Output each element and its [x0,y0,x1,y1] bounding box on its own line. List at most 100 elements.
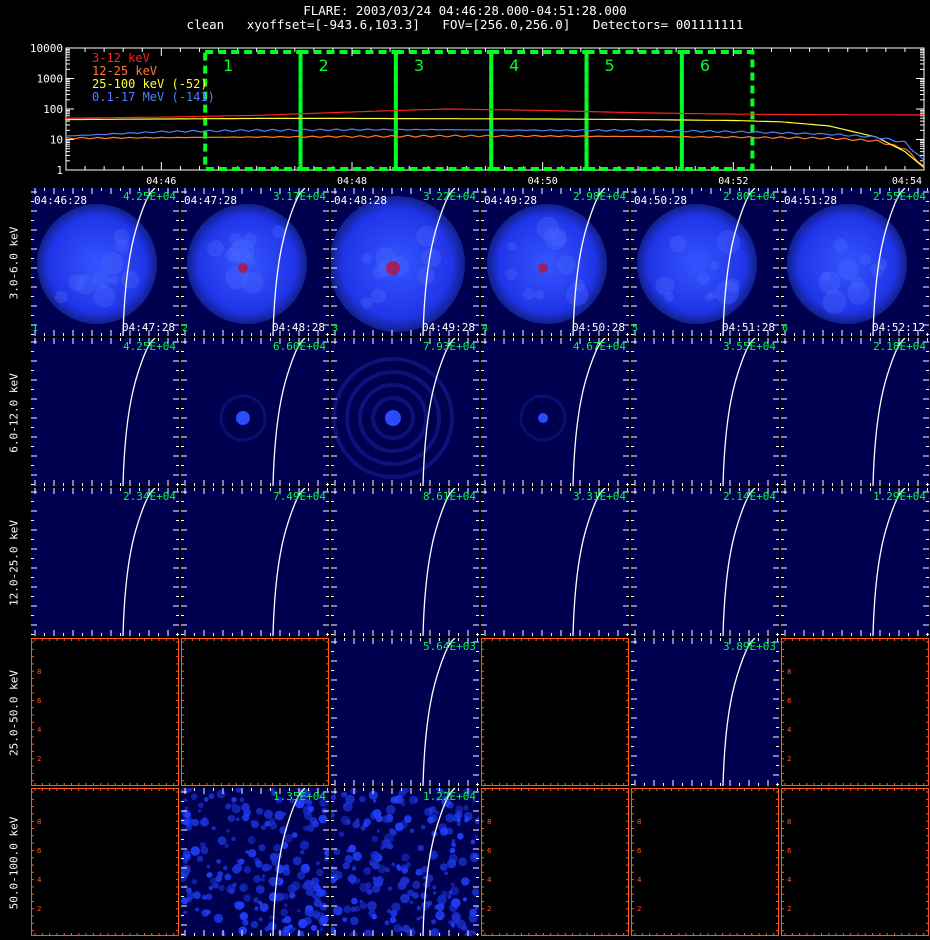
noise-blob [366,888,373,895]
noise-blob [256,807,264,815]
noise-blob [199,841,206,849]
image-panel: 4.25E+04 [31,338,179,486]
image-panel: 5.64E+03 [331,638,479,786]
noise-blob [472,931,476,935]
peak-value-label: 1.22E+04 [423,790,476,803]
noise-blob [342,917,348,923]
disk-mottle [557,255,577,275]
noise-blob [269,822,277,830]
svg-text:2: 2 [487,905,491,913]
empty-panel-bg [781,638,929,786]
panel-image [181,338,329,486]
noise-blob [193,891,201,900]
noise-blob [216,859,221,864]
peak-value-label: 6.60E+04 [273,340,326,353]
image-panel: 1.29E+04 [781,488,929,636]
panel-image [331,338,479,486]
image-panel: 6.60E+04 [181,338,329,486]
noise-blob [283,915,292,924]
end-time-label: 04:49:28 [422,321,475,334]
noise-blob [403,877,410,884]
noise-blob [394,822,404,832]
peak-value-label: 2.55E+04 [873,190,926,203]
noise-blob [284,903,288,907]
emission-disk [637,204,757,324]
noise-blob [275,864,285,874]
disk-mottle [54,290,68,304]
noise-blob [319,927,324,932]
noise-blob [234,901,244,911]
panel-image: 2 4 6 8 [781,788,929,936]
noise-blob [279,816,283,820]
noise-blob [390,909,398,917]
noise-blob [350,880,356,885]
noise-blob [439,863,448,871]
noise-blob [238,926,248,935]
noise-blob [271,859,279,867]
noise-blob [198,802,204,809]
panel-image [181,788,329,936]
noise-blob [450,882,456,887]
peak-value-label: 3.31E+04 [573,490,626,503]
noise-blob [190,793,198,800]
noise-blob [464,816,470,822]
panel-image [781,338,929,486]
peak-value-label: 4.25E+04 [123,190,176,203]
noise-blob [351,897,358,905]
panel-image: 2 4 6 8 [481,788,629,936]
image-panel: 2.18E+04 [781,338,929,486]
point-source [538,413,548,423]
peak-value-label: 1.29E+04 [873,490,926,503]
noise-blob [241,802,250,812]
image-panel: 2 4 6 8 [781,638,929,786]
disk-mottle [370,288,387,304]
image-panel: 4.67E+04 [481,338,629,486]
noise-blob [462,897,467,902]
noise-blob [375,879,379,884]
noise-blob [384,867,391,873]
interval-index-label: 5 [632,323,639,334]
svg-text:4: 4 [37,726,42,734]
disk-mottle [838,259,859,280]
energy-band-text: 6.0-12.0 keV [7,373,21,453]
noise-blob [227,814,236,823]
image-panel: 2.80E+04 04:50:28 04:51:28 5 [631,188,779,336]
energy-band-text: 12.0-25.0 keV [7,519,21,607]
image-panel: 2.34E+04 [31,488,179,636]
noise-blob [183,798,188,802]
disk-mottle [536,216,559,240]
panel-bg [31,338,179,486]
noise-blob [391,862,396,867]
noise-blob [208,793,215,800]
noise-blob [217,836,227,845]
noise-blob [434,904,440,910]
noise-blob [292,927,297,931]
noise-blob [299,840,310,850]
noise-blob [280,908,289,917]
noise-blob [457,832,464,840]
image-panel: 3.22E+04 04:48:28 04:49:28 3 [331,188,479,336]
noise-blob [333,905,343,916]
empty-panel-bg [31,638,179,786]
noise-blob [447,859,457,869]
disk-mottle [121,270,140,289]
noise-blob [208,885,214,891]
noise-blob [253,897,259,903]
noise-blob [458,857,467,867]
panel-bg [331,638,479,786]
noise-blob [387,843,394,850]
svg-text:6: 6 [37,847,42,855]
image-grid: 3.0-6.0 keV 4.25E+04 04:46:28 04:47:28 1 3.17… [0,0,930,940]
disk-mottle [109,275,119,285]
noise-blob [303,916,312,926]
noise-blob [409,900,414,905]
noise-blob [388,828,395,834]
noise-blob [186,896,192,903]
noise-blob [400,893,410,904]
noise-blob [390,796,398,804]
noise-blob [382,815,391,824]
noise-blob [288,892,296,899]
noise-blob [412,891,419,899]
noise-blob [360,825,366,831]
panel-image [481,638,629,786]
